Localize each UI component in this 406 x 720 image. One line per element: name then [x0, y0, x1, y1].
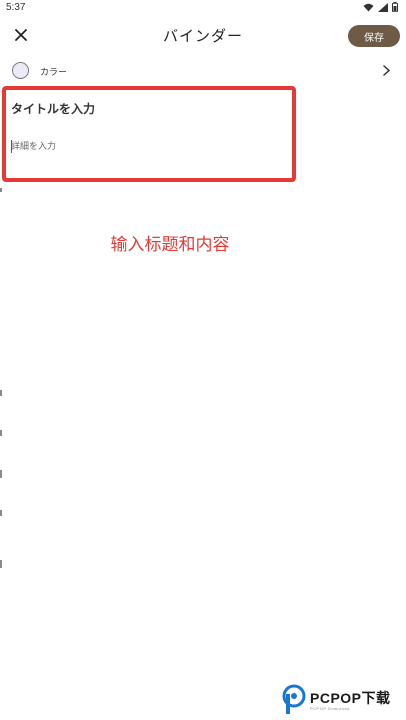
detail-input[interactable]: [11, 139, 281, 155]
edge-mark: [0, 188, 2, 192]
color-label: カラー: [40, 68, 68, 78]
watermark-text: PCPOP下载: [310, 690, 391, 706]
edge-mark: [0, 430, 2, 436]
save-button[interactable]: 保存: [348, 25, 400, 47]
edge-mark: [0, 470, 2, 478]
wifi-icon: [363, 3, 374, 11]
status-bar: 5:37: [0, 0, 406, 16]
watermark: PCPOP下载 PCPOP Download: [282, 684, 406, 718]
signal-icon: [378, 2, 388, 12]
page-title: バインダー: [162, 27, 243, 45]
watermark-subtext: PCPOP Download: [310, 706, 350, 711]
edge-mark: [0, 510, 2, 516]
color-selector-row[interactable]: カラー: [0, 58, 406, 84]
edge-mark: [0, 390, 2, 396]
status-time: 5:37: [6, 2, 26, 13]
battery-icon: [392, 2, 398, 12]
annotation-text: 输入标题和内容: [110, 235, 230, 255]
watermark-logo-icon: [282, 684, 306, 714]
app-bar: バインダー 保存: [0, 18, 406, 54]
left-edge-marks: [0, 180, 2, 600]
status-icons: [363, 2, 398, 12]
edge-mark: [0, 560, 2, 568]
color-swatch: [12, 62, 29, 79]
chevron-right-icon: [383, 65, 390, 76]
text-cursor: [11, 140, 12, 153]
title-input[interactable]: [11, 99, 281, 119]
